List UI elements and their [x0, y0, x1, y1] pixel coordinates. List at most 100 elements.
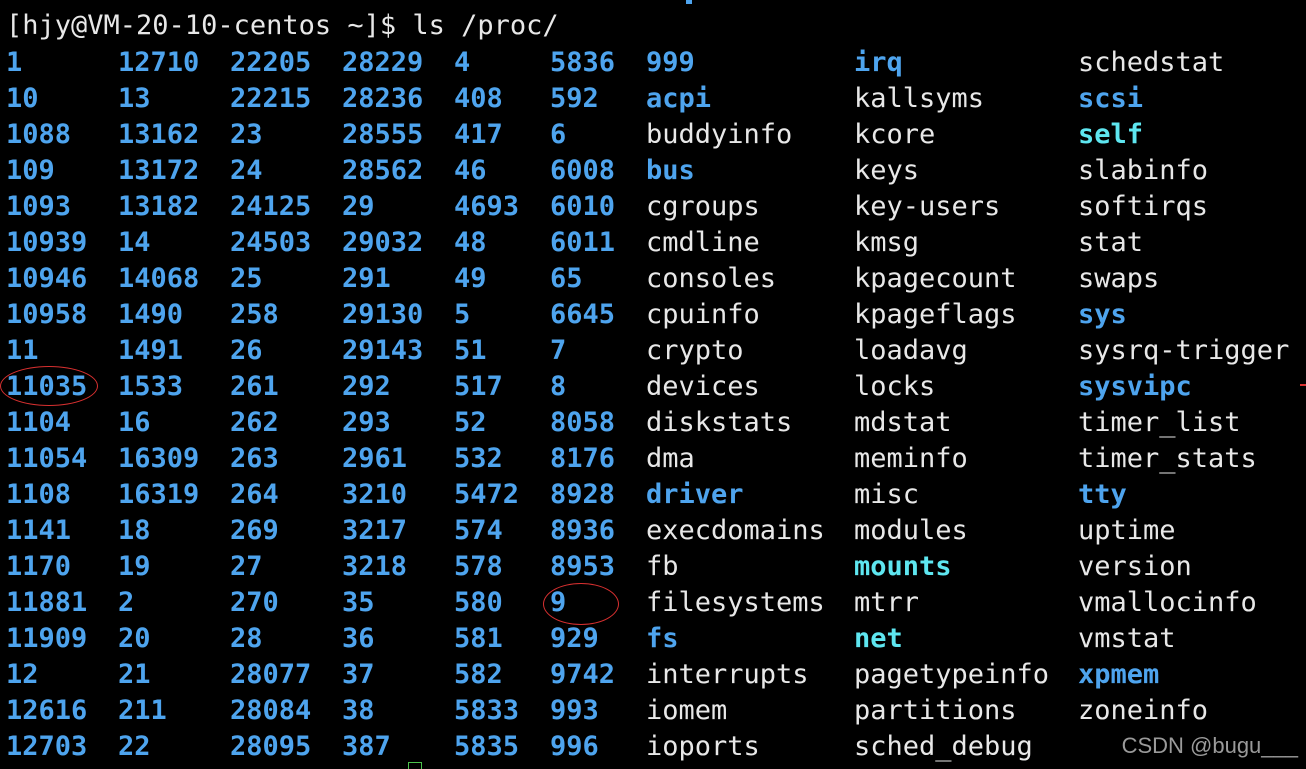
proc-entry: 3210	[342, 479, 408, 510]
proc-entry: kallsyms	[854, 83, 985, 114]
proc-entry: iomem	[646, 695, 728, 726]
proc-entry: key-users	[854, 191, 1001, 222]
proc-entry: 16309	[118, 443, 200, 474]
proc-entry: 9	[550, 587, 567, 618]
proc-entry: 408	[454, 83, 503, 114]
proc-entry: 13172	[118, 155, 200, 186]
proc-entry: 29032	[342, 227, 424, 258]
proc-entry: 28	[230, 623, 263, 654]
proc-entry: 24	[230, 155, 263, 186]
proc-entry: misc	[854, 479, 920, 510]
proc-entry: 27	[230, 551, 263, 582]
proc-entry: 263	[230, 443, 279, 474]
scrolled-text-fragment	[686, 0, 692, 4]
proc-entry: modules	[854, 515, 968, 546]
proc-entry: net	[854, 623, 903, 654]
proc-entry: 270	[230, 587, 279, 618]
proc-entry: sys	[1078, 299, 1127, 330]
proc-entry: keys	[854, 155, 920, 186]
proc-entry: self	[1078, 119, 1144, 150]
proc-entry: 48	[454, 227, 487, 258]
proc-entry: 5835	[454, 731, 520, 762]
proc-entry: 28084	[230, 695, 312, 726]
listing-column-9: schedstat scsi self slabinfo softirqs stat swa…	[1078, 45, 1289, 729]
proc-entry: 11909	[6, 623, 88, 654]
proc-entry: 5	[454, 299, 471, 330]
proc-entry: 574	[454, 515, 503, 546]
proc-entry: 109	[6, 155, 55, 186]
proc-entry: xpmem	[1078, 659, 1160, 690]
proc-entry: 11035	[6, 371, 88, 402]
proc-entry: timer_list	[1078, 407, 1241, 438]
proc-entry: version	[1078, 551, 1192, 582]
proc-entry: tty	[1078, 479, 1127, 510]
listing-column-5: 4 408 417 46 4693 48 49 5 51 517 52 532 5472 574 578 58…	[454, 45, 519, 765]
proc-entry: 580	[454, 587, 503, 618]
proc-entry: 6	[550, 119, 567, 150]
listing-column-6: 5836 592 6 6008 6010 6011 65 6645 7 8 8058 8176 8928…	[550, 45, 615, 765]
terminal-window[interactable]: [hjy@VM-20-10-centos ~]$ ls /proc/ 1 10 10…	[0, 0, 1306, 769]
proc-entry: 35	[342, 587, 375, 618]
proc-entry: 14068	[118, 263, 200, 294]
proc-entry: mtrr	[854, 587, 920, 618]
proc-entry: 11881	[6, 587, 88, 618]
proc-entry: 52	[454, 407, 487, 438]
proc-entry: 578	[454, 551, 503, 582]
proc-entry: 258	[230, 299, 279, 330]
proc-entry: 19	[118, 551, 151, 582]
proc-entry: 13	[118, 83, 151, 114]
proc-entry: 387	[342, 731, 391, 762]
proc-entry: 3218	[342, 551, 408, 582]
proc-entry: kcore	[854, 119, 936, 150]
proc-entry: 8928	[550, 479, 616, 510]
proc-entry: 8	[550, 371, 567, 402]
proc-entry: 21	[118, 659, 151, 690]
proc-entry: schedstat	[1078, 47, 1225, 78]
proc-entry: 1491	[118, 335, 184, 366]
proc-entry: consoles	[646, 263, 777, 294]
proc-entry: 12703	[6, 731, 88, 762]
proc-entry: devices	[646, 371, 760, 402]
proc-entry: crypto	[646, 335, 744, 366]
proc-entry: 7	[550, 335, 567, 366]
proc-entry: 20	[118, 623, 151, 654]
listing-column-2: 12710 13 13162 13172 13182 14 14068 1490 1491 153…	[118, 45, 199, 765]
proc-entry: partitions	[854, 695, 1017, 726]
proc-entry: diskstats	[646, 407, 793, 438]
proc-entry: 262	[230, 407, 279, 438]
proc-entry: 6645	[550, 299, 616, 330]
proc-entry: 1490	[118, 299, 184, 330]
proc-entry: swaps	[1078, 263, 1160, 294]
proc-entry: 211	[118, 695, 167, 726]
proc-entry: 8953	[550, 551, 616, 582]
proc-entry: 517	[454, 371, 503, 402]
proc-entry: fb	[646, 551, 679, 582]
proc-entry: kpageflags	[854, 299, 1017, 330]
proc-entry: 1104	[6, 407, 72, 438]
proc-entry: 292	[342, 371, 391, 402]
proc-entry: 65	[550, 263, 583, 294]
proc-entry: irq	[854, 47, 903, 78]
proc-entry: uptime	[1078, 515, 1176, 546]
proc-entry: 4	[454, 47, 471, 78]
proc-entry: 6010	[550, 191, 616, 222]
proc-entry: 3217	[342, 515, 408, 546]
shell-prompt-line: [hjy@VM-20-10-centos ~]$ ls /proc/	[6, 10, 559, 41]
proc-entry: 13162	[118, 119, 200, 150]
proc-entry: vmstat	[1078, 623, 1176, 654]
proc-entry: slabinfo	[1078, 155, 1209, 186]
edge-annotation-fragment	[1300, 384, 1306, 386]
proc-entry: 12710	[118, 47, 200, 78]
proc-entry: 16	[118, 407, 151, 438]
proc-entry: 28077	[230, 659, 312, 690]
proc-entry: 14	[118, 227, 151, 258]
proc-entry: pagetypeinfo	[854, 659, 1050, 690]
proc-entry: 24125	[230, 191, 312, 222]
proc-entry: 22205	[230, 47, 312, 78]
proc-entry: sched_debug	[854, 731, 1033, 762]
proc-entry: 22	[118, 731, 151, 762]
proc-entry: buddyinfo	[646, 119, 793, 150]
proc-entry: 5472	[454, 479, 520, 510]
proc-entry: 37	[342, 659, 375, 690]
listing-column-8: irq kallsyms kcore keys key-users kmsg kpageco…	[854, 45, 1049, 765]
